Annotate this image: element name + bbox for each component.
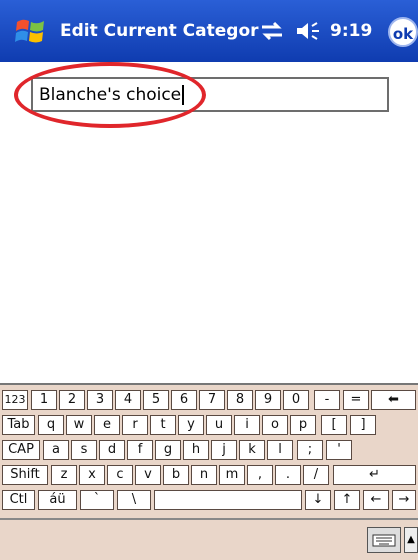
key[interactable]: x [79, 465, 105, 485]
key[interactable]: \ [117, 490, 151, 510]
key[interactable]: u [206, 415, 232, 435]
key[interactable]: e [94, 415, 120, 435]
arrow-up-key[interactable]: ↑ [334, 490, 360, 510]
category-name-input[interactable]: Blanche's choice [31, 77, 389, 112]
key[interactable]: a [43, 440, 69, 460]
windows-start-icon[interactable] [14, 14, 48, 48]
key[interactable]: f [127, 440, 153, 460]
key[interactable]: p [290, 415, 316, 435]
enter-key[interactable]: ↵ [333, 465, 416, 485]
key[interactable]: . [275, 465, 301, 485]
text-caret [182, 85, 185, 105]
key[interactable]: r [122, 415, 148, 435]
key[interactable]: ; [297, 440, 323, 460]
key[interactable]: d [99, 440, 125, 460]
key[interactable]: o [262, 415, 288, 435]
sync-icon[interactable] [258, 20, 286, 42]
keyboard-icon [372, 534, 396, 547]
keyboard-row-1: 123 1 2 3 4 5 6 7 8 9 0 - = ⬅ [0, 390, 418, 412]
title-bar: Edit Current Categor 9:19 ok [0, 0, 418, 62]
chevron-up-icon: ▲ [407, 534, 415, 545]
key[interactable]: ' [326, 440, 352, 460]
key[interactable]: ] [350, 415, 376, 435]
category-name-value: Blanche's choice [39, 85, 182, 105]
keyboard-row-4: Shift z x c v b n m , . / ↵ [0, 465, 418, 487]
caps-key[interactable]: CAP [2, 440, 40, 460]
shift-key[interactable]: Shift [2, 465, 48, 485]
keyboard-row-3: CAP a s d f g h j k l ; ' [0, 440, 418, 462]
key[interactable]: / [303, 465, 329, 485]
command-bar: ▲ [0, 518, 418, 560]
key[interactable]: k [239, 440, 265, 460]
key[interactable]: 6 [171, 390, 197, 410]
key[interactable]: ` [80, 490, 114, 510]
key[interactable]: y [178, 415, 204, 435]
key[interactable]: , [247, 465, 273, 485]
key[interactable]: [ [321, 415, 347, 435]
keyboard-row-2: Tab q w e r t y u i o p [ ] [0, 415, 418, 437]
key[interactable]: c [107, 465, 133, 485]
key[interactable]: b [163, 465, 189, 485]
key[interactable]: 3 [87, 390, 113, 410]
window-title: Edit Current Categor [60, 21, 259, 41]
key[interactable]: w [66, 415, 92, 435]
key[interactable]: 0 [283, 390, 309, 410]
arrow-down-key[interactable]: ↓ [305, 490, 331, 510]
key[interactable]: 9 [255, 390, 281, 410]
tab-key[interactable]: Tab [2, 415, 35, 435]
key[interactable]: l [267, 440, 293, 460]
key[interactable]: 4 [115, 390, 141, 410]
key[interactable]: i [234, 415, 260, 435]
ok-button[interactable]: ok [388, 17, 418, 47]
key[interactable]: t [150, 415, 176, 435]
key[interactable]: n [191, 465, 217, 485]
key[interactable]: 8 [227, 390, 253, 410]
key[interactable]: v [135, 465, 161, 485]
ctrl-key[interactable]: Ctl [2, 490, 35, 510]
key[interactable]: 7 [199, 390, 225, 410]
international-key[interactable]: áü [38, 490, 77, 510]
key[interactable]: 2 [59, 390, 85, 410]
key[interactable]: 1 [31, 390, 57, 410]
key[interactable]: h [183, 440, 209, 460]
key[interactable]: j [211, 440, 237, 460]
key[interactable]: = [343, 390, 369, 410]
volume-icon[interactable] [294, 20, 322, 42]
keyboard-row-5: Ctl áü ` \ ↓ ↑ ← → [0, 490, 418, 512]
input-panel-menu-button[interactable]: ▲ [404, 527, 418, 553]
arrow-right-key[interactable]: → [392, 490, 416, 510]
soft-keyboard: 123 1 2 3 4 5 6 7 8 9 0 - = ⬅ Tab q w e … [0, 383, 418, 518]
key[interactable]: s [71, 440, 97, 460]
arrow-left-key[interactable]: ← [363, 490, 389, 510]
backspace-key[interactable]: ⬅ [371, 390, 416, 410]
input-panel-button[interactable] [367, 527, 401, 553]
key[interactable]: q [38, 415, 64, 435]
key[interactable]: - [314, 390, 340, 410]
key[interactable]: z [51, 465, 77, 485]
clock[interactable]: 9:19 [330, 17, 376, 45]
key[interactable]: g [155, 440, 181, 460]
key[interactable]: m [219, 465, 245, 485]
key[interactable]: 5 [143, 390, 169, 410]
key-123[interactable]: 123 [2, 390, 28, 410]
space-key[interactable] [154, 490, 302, 510]
